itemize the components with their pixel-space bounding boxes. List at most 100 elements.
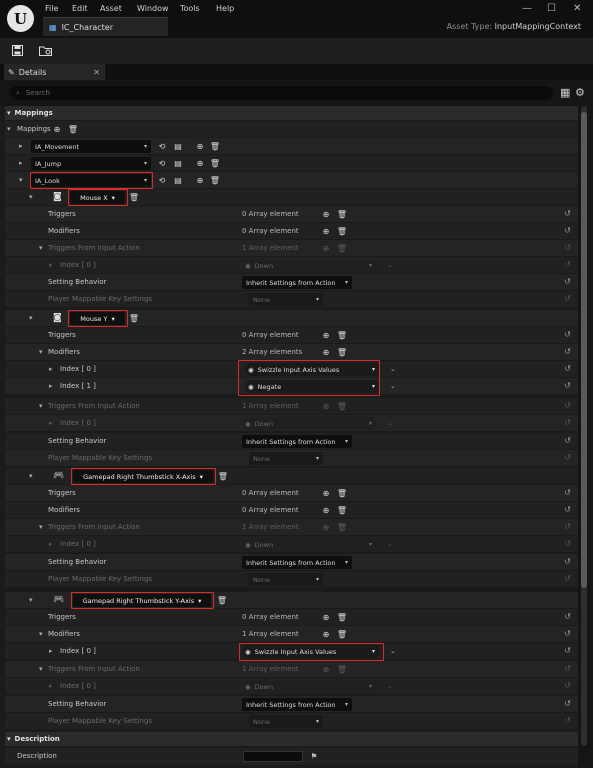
reset-icon[interactable]: ↺ — [564, 699, 571, 708]
expand-arrow-icon[interactable]: ▾ — [29, 193, 33, 201]
expand-arrow-icon[interactable]: ▾ — [29, 596, 33, 604]
menu-edit[interactable]: Edit — [72, 4, 88, 13]
chevron-down-icon[interactable]: ⌄ — [390, 365, 396, 373]
expand-arrow-icon[interactable]: ▾ — [39, 402, 43, 410]
delete-icon[interactable]: 🗑 — [337, 629, 347, 639]
action-dropdown-movement[interactable]: IA_Movement ▾ — [31, 140, 151, 153]
expand-arrow-icon[interactable]: ▸ — [19, 159, 23, 167]
settings-gear-icon[interactable]: ⚙ — [575, 86, 585, 99]
key-selector-gamepad-x[interactable]: Gamepad Right Thumbstick X-Axis ▾ — [73, 470, 213, 483]
reset-icon[interactable]: ↺ — [564, 364, 571, 373]
reset-icon[interactable]: ↺ — [564, 488, 571, 497]
delete-icon[interactable]: 🗑 — [217, 595, 227, 605]
delete-icon[interactable]: 🗑 — [337, 612, 347, 622]
expand-arrow-icon[interactable]: ▾ — [39, 665, 43, 673]
mappings-section-header[interactable]: ▾ Mappings — [5, 106, 578, 120]
reset-icon[interactable]: ↺ — [564, 505, 571, 514]
expand-arrow-icon[interactable]: ▾ — [7, 125, 11, 133]
expand-arrow-icon[interactable]: ▸ — [49, 647, 53, 655]
add-icon[interactable]: ⊕ — [321, 209, 331, 219]
save-icon[interactable] — [11, 44, 24, 57]
menu-help[interactable]: Help — [216, 4, 234, 13]
add-icon[interactable]: ⊕ — [321, 612, 331, 622]
action-dropdown-jump[interactable]: IA_Jump ▾ — [31, 157, 151, 170]
reset-icon[interactable]: ↺ — [564, 347, 571, 356]
setting-behavior-dropdown[interactable]: Inherit Settings from Action ▾ — [242, 556, 352, 569]
unreal-logo[interactable]: U — [7, 5, 34, 32]
delete-icon[interactable]: 🗑 — [210, 175, 220, 185]
key-selector-gamepad-y[interactable]: Gamepad Right Thumbstick Y-Axis ▾ — [73, 594, 211, 607]
delete-icon[interactable]: 🗑 — [337, 505, 347, 515]
table-view-icon[interactable]: ▦ — [560, 86, 570, 99]
expand-arrow-icon[interactable]: ▸ — [49, 382, 53, 390]
expand-arrow-icon[interactable]: ▸ — [49, 419, 53, 427]
expand-arrow-icon[interactable]: ▾ — [39, 348, 43, 356]
key-selector-mouse-y[interactable]: Mouse Y ▾ — [70, 312, 125, 325]
chevron-down-icon[interactable]: ⌄ — [390, 382, 396, 390]
key-selector-mouse-x[interactable]: Mouse X ▾ — [70, 191, 125, 204]
expand-arrow-icon[interactable]: ▸ — [19, 142, 23, 150]
expand-arrow-icon[interactable]: ▾ — [19, 176, 23, 184]
reset-icon[interactable]: ↺ — [564, 226, 571, 235]
delete-icon[interactable]: 🗑 — [337, 330, 347, 340]
delete-all-icon[interactable]: 🗑 — [68, 124, 78, 134]
menu-file[interactable]: File — [45, 4, 58, 13]
add-icon[interactable]: ⊕ — [321, 629, 331, 639]
modifier-type-dropdown[interactable]: ◉ Swizzle Input Axis Values ▾ — [242, 645, 380, 658]
use-selected-icon[interactable]: ⟲ — [157, 175, 167, 185]
expand-arrow-icon[interactable]: ▾ — [29, 314, 33, 322]
reset-icon[interactable]: ↺ — [564, 557, 571, 566]
delete-icon[interactable]: 🗑 — [337, 347, 347, 357]
menu-asset[interactable]: Asset — [100, 4, 122, 13]
document-tab[interactable]: ▦ IC_Character — [43, 17, 168, 36]
delete-icon[interactable]: 🗑 — [210, 158, 220, 168]
reset-icon[interactable]: ↺ — [564, 209, 571, 218]
browse-folder-icon[interactable]: ▤ — [173, 141, 183, 151]
add-icon[interactable]: ⊕ — [321, 488, 331, 498]
add-icon[interactable]: ⊕ — [321, 505, 331, 515]
delete-icon[interactable]: 🗑 — [337, 226, 347, 236]
add-icon[interactable]: ⊕ — [195, 175, 205, 185]
menu-window[interactable]: Window — [137, 4, 169, 13]
browse-folder-icon[interactable]: ▤ — [173, 158, 183, 168]
maximize-button[interactable]: ☐ — [547, 3, 556, 14]
reset-icon[interactable]: ↺ — [564, 381, 571, 390]
close-window-button[interactable]: ✕ — [573, 3, 581, 14]
description-input[interactable] — [243, 751, 303, 762]
delete-icon[interactable]: 🗑 — [129, 313, 139, 323]
search-input[interactable]: ⌕ Search — [10, 86, 553, 100]
chevron-down-icon[interactable]: ⌄ — [390, 647, 396, 655]
modifier-type-dropdown[interactable]: ◉ Negate ▾ — [245, 380, 380, 393]
expand-arrow-icon[interactable]: ▸ — [49, 261, 53, 269]
action-dropdown-look[interactable]: IA_Look ▾ — [31, 174, 151, 187]
expand-arrow-icon[interactable]: ▾ — [39, 244, 43, 252]
add-icon[interactable]: ⊕ — [195, 141, 205, 151]
expand-arrow-icon[interactable]: ▸ — [49, 365, 53, 373]
add-icon[interactable]: ⊕ — [321, 330, 331, 340]
delete-icon[interactable]: 🗑 — [218, 471, 228, 481]
minimize-button[interactable]: — — [522, 3, 532, 14]
add-element-icon[interactable]: ⊕ — [52, 124, 62, 134]
details-tab[interactable]: ✎ Details ✕ — [4, 64, 105, 80]
delete-icon[interactable]: 🗑 — [337, 209, 347, 219]
expand-arrow-icon[interactable]: ▾ — [39, 630, 43, 638]
setting-behavior-dropdown[interactable]: Inherit Settings from Action ▾ — [242, 698, 352, 711]
flag-icon[interactable]: ⚑ — [309, 751, 319, 761]
expand-arrow-icon[interactable]: ▾ — [39, 523, 43, 531]
close-tab-icon[interactable]: ✕ — [93, 68, 100, 77]
setting-behavior-dropdown[interactable]: Inherit Settings from Action ▾ — [242, 276, 352, 289]
add-icon[interactable]: ⊕ — [321, 226, 331, 236]
use-selected-icon[interactable]: ⟲ — [157, 158, 167, 168]
setting-behavior-dropdown[interactable]: Inherit Settings from Action ▾ — [242, 435, 352, 448]
expand-arrow-icon[interactable]: ▸ — [49, 540, 53, 548]
delete-icon[interactable]: 🗑 — [129, 192, 139, 202]
reset-icon[interactable]: ↺ — [564, 612, 571, 621]
modifier-type-dropdown[interactable]: ◉ Swizzle Input Axis Values ▾ — [245, 363, 380, 376]
reset-icon[interactable]: ↺ — [564, 629, 571, 638]
scrollbar-thumb[interactable] — [581, 112, 587, 588]
add-icon[interactable]: ⊕ — [321, 347, 331, 357]
use-selected-icon[interactable]: ⟲ — [157, 141, 167, 151]
browse-to-asset-icon[interactable] — [39, 44, 52, 57]
browse-folder-icon[interactable]: ▤ — [173, 175, 183, 185]
expand-arrow-icon[interactable]: ▸ — [49, 682, 53, 690]
